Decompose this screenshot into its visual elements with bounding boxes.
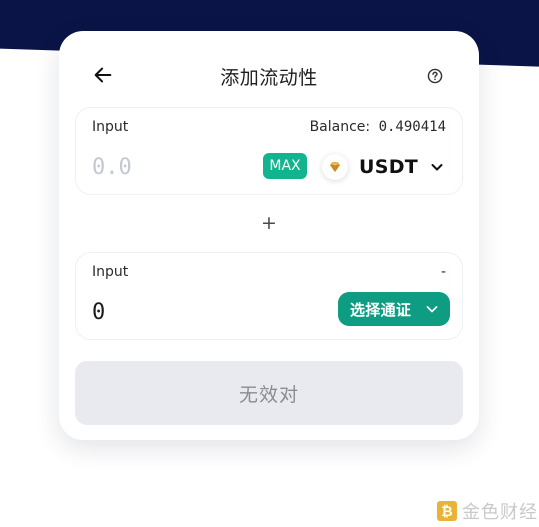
input-panel-1: Input Balance: 0.490414 MAX USDT bbox=[75, 107, 463, 195]
chevron-down-icon bbox=[430, 160, 444, 174]
balance-value: 0.490414 bbox=[378, 119, 446, 135]
amount-input-2[interactable] bbox=[92, 297, 242, 327]
token-selector[interactable]: USDT bbox=[322, 152, 452, 182]
select-token-label: 选择通证 bbox=[350, 300, 412, 319]
balance-label: Balance: bbox=[309, 119, 371, 135]
add-liquidity-card: 添加流动性 Input Balance: 0.490414 MAX USDT bbox=[59, 31, 479, 440]
amount-input-1[interactable] bbox=[92, 152, 242, 182]
select-token-button[interactable]: 选择通证 bbox=[338, 292, 450, 326]
submit-button[interactable]: 无效对 bbox=[75, 361, 463, 425]
token-name: USDT bbox=[359, 156, 419, 178]
input-panel-2: Input - 选择通证 bbox=[75, 252, 463, 340]
input-label: Input bbox=[92, 264, 129, 280]
page-title: 添加流动性 bbox=[220, 67, 318, 89]
chevron-down-icon bbox=[425, 301, 439, 320]
watermark-logo-icon: ₿ bbox=[437, 501, 457, 521]
question-circle-icon bbox=[427, 68, 443, 84]
watermark-text: 金色财经 bbox=[462, 502, 538, 523]
balance-text: Balance: 0.490414 bbox=[310, 119, 446, 135]
gem-icon bbox=[330, 161, 340, 172]
max-button[interactable]: MAX bbox=[263, 153, 307, 179]
watermark: ₿ 金色财经 bbox=[437, 499, 538, 523]
balance-value: - bbox=[440, 264, 446, 280]
help-button[interactable] bbox=[425, 66, 445, 86]
input-label: Input bbox=[92, 119, 129, 135]
plus-icon: + bbox=[261, 212, 277, 234]
token-logo bbox=[322, 154, 348, 180]
